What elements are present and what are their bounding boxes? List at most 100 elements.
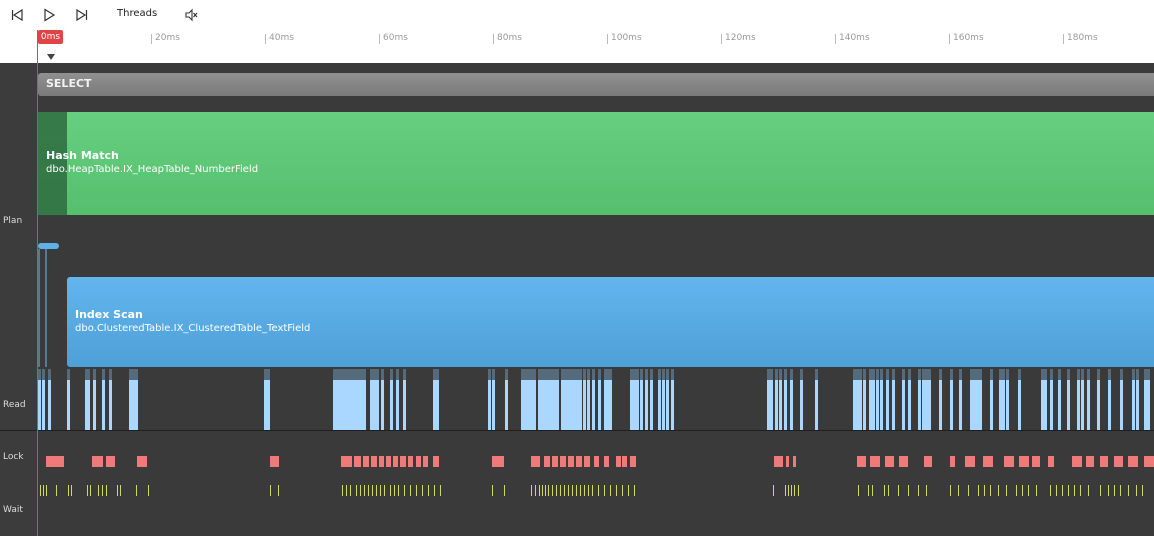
read-event-cap xyxy=(1044,369,1047,380)
lock-event-mark xyxy=(354,456,361,467)
wait-event-mark xyxy=(360,485,361,496)
mute-icon[interactable] xyxy=(182,5,200,25)
read-event-mark xyxy=(863,380,866,430)
wait-event-mark xyxy=(531,485,532,496)
wait-event-mark xyxy=(410,485,411,496)
read-event-cap xyxy=(579,369,582,380)
read-event-mark xyxy=(587,380,590,430)
wait-event-mark xyxy=(117,485,118,496)
read-event-cap xyxy=(918,369,921,380)
wait-event-mark xyxy=(278,485,279,496)
time-ruler[interactable]: 0ms 20ms 40ms 60ms 80ms 100ms 120ms 140m… xyxy=(0,30,1154,64)
wait-event-mark xyxy=(978,485,979,496)
select-operator-bar[interactable]: SELECT xyxy=(38,73,1154,96)
read-event-mark xyxy=(38,380,41,430)
operator-connector xyxy=(45,249,47,367)
read-event-mark xyxy=(1136,380,1139,430)
read-event-mark xyxy=(592,380,595,430)
read-event-cap xyxy=(93,369,96,380)
timeline-canvas[interactable]: Plan Read Lock Wait SELECT Hash Match db… xyxy=(0,63,1154,536)
read-event-mark xyxy=(800,380,803,430)
read-event-cap xyxy=(1018,369,1021,380)
index-scan-title: Index Scan xyxy=(75,308,143,321)
wait-event-mark xyxy=(1108,485,1109,496)
read-event-mark xyxy=(1050,380,1053,430)
read-event-cap xyxy=(38,369,41,380)
lock-event-mark xyxy=(1086,456,1094,467)
read-event-mark xyxy=(645,380,648,430)
read-event-mark xyxy=(87,380,90,430)
wait-event-mark xyxy=(398,485,399,496)
ruler-tick: 60ms xyxy=(379,34,408,44)
wait-event-mark xyxy=(858,485,859,496)
read-event-mark xyxy=(979,380,982,430)
read-event-mark xyxy=(267,380,270,430)
zero-time-marker[interactable]: 0ms xyxy=(38,30,63,44)
wait-event-mark xyxy=(798,485,799,496)
wait-event-mark xyxy=(610,485,611,496)
read-event-mark xyxy=(939,380,942,430)
wait-event-mark xyxy=(950,485,951,496)
skip-back-icon[interactable] xyxy=(8,5,26,25)
read-event-mark xyxy=(636,380,639,430)
lock-event-mark xyxy=(1032,456,1040,467)
wait-event-mark xyxy=(926,485,927,496)
small-operator-bar[interactable] xyxy=(38,243,59,249)
lock-event-mark xyxy=(786,456,789,467)
hash-match-operator-bar[interactable]: Hash Match dbo.HeapTable.IX_HeapTable_Nu… xyxy=(38,112,1154,215)
ruler-tick: 160ms xyxy=(949,34,984,44)
lock-event-mark xyxy=(1072,456,1082,467)
read-event-mark xyxy=(658,380,661,430)
read-event-cap xyxy=(1050,369,1053,380)
wait-event-mark xyxy=(1088,485,1089,496)
read-event-cap xyxy=(583,369,586,380)
row-label-column: Plan Read Lock Wait xyxy=(0,63,38,536)
read-event-cap xyxy=(436,369,439,380)
wait-event-mark xyxy=(136,485,137,496)
wait-event-mark xyxy=(564,485,565,496)
read-event-cap xyxy=(886,369,889,380)
read-event-cap xyxy=(880,369,883,380)
lock-event-mark xyxy=(1004,456,1014,467)
lock-event-mark xyxy=(492,456,504,467)
skip-forward-icon[interactable] xyxy=(73,5,91,25)
lock-event-mark xyxy=(793,456,796,467)
threads-button[interactable]: Threads xyxy=(117,8,157,19)
wait-event-mark xyxy=(68,485,69,496)
wait-event-mark xyxy=(1050,485,1051,496)
read-event-cap xyxy=(267,369,270,380)
wait-event-mark xyxy=(622,485,623,496)
lock-event-mark xyxy=(544,456,550,467)
play-icon[interactable] xyxy=(40,5,58,25)
read-event-mark xyxy=(1077,380,1080,430)
read-event-mark xyxy=(1147,380,1150,430)
read-event-cap xyxy=(533,369,536,380)
lock-event-mark xyxy=(870,456,880,467)
lock-event-mark xyxy=(92,456,103,467)
wait-event-mark xyxy=(588,485,589,496)
lock-event-mark xyxy=(924,456,932,467)
read-event-mark xyxy=(908,380,911,430)
cursor-caret-icon xyxy=(47,54,55,60)
wait-event-mark xyxy=(580,485,581,496)
wait-event-mark xyxy=(572,485,573,496)
read-event-cap xyxy=(876,369,879,380)
wait-event-mark xyxy=(1074,485,1075,496)
read-event-mark xyxy=(396,380,399,430)
wait-event-mark xyxy=(120,485,121,496)
wait-event-mark xyxy=(1028,485,1029,496)
read-event-mark xyxy=(556,380,559,430)
wait-event-mark xyxy=(1022,485,1023,496)
lock-event-mark xyxy=(1048,456,1054,467)
lock-event-mark xyxy=(552,456,558,467)
lock-event-mark xyxy=(1128,456,1138,467)
read-event-cap xyxy=(48,369,51,380)
wait-event-mark xyxy=(998,485,999,496)
wait-event-mark xyxy=(380,485,381,496)
wait-event-mark xyxy=(888,485,889,496)
playhead-cursor[interactable] xyxy=(37,30,38,536)
index-scan-operator-bar[interactable]: Index Scan dbo.ClusteredTable.IX_Cluster… xyxy=(67,277,1154,367)
wait-event-mark xyxy=(794,485,795,496)
read-event-cap xyxy=(779,369,782,380)
read-event-cap xyxy=(42,369,45,380)
